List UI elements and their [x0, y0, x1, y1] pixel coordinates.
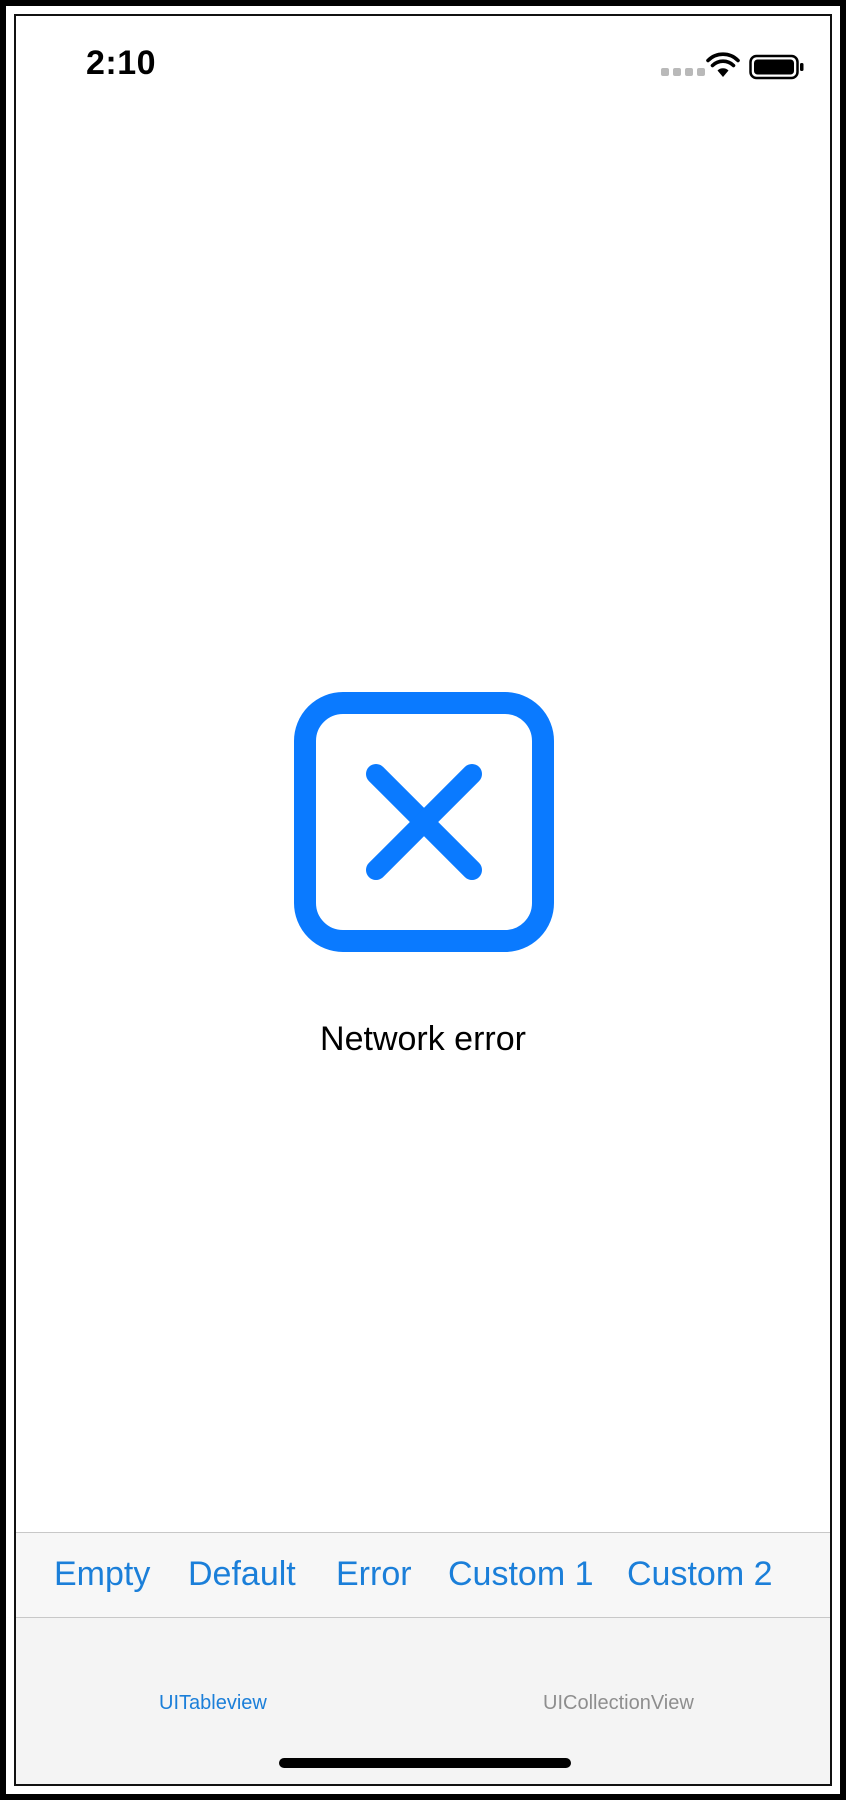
- error-button[interactable]: Error: [336, 1555, 412, 1594]
- state-toolbar: Empty Default Error Custom 1 Custom 2: [16, 1532, 830, 1618]
- default-button[interactable]: Default: [188, 1555, 296, 1594]
- custom-2-button[interactable]: Custom 2: [627, 1555, 773, 1594]
- status-time: 2:10: [86, 44, 157, 82]
- status-bar: 2:10: [16, 16, 830, 112]
- battery-icon: [749, 54, 804, 80]
- home-indicator[interactable]: [279, 1758, 571, 1768]
- tab-bar: UITableview UICollectionView: [16, 1618, 830, 1784]
- cellular-signal-icon: [661, 68, 705, 76]
- custom-1-button[interactable]: Custom 1: [448, 1555, 594, 1594]
- xmark-square-icon: [294, 692, 554, 952]
- tab-uicollectionview[interactable]: UICollectionView: [543, 1692, 694, 1715]
- wifi-icon: [706, 52, 740, 77]
- tab-uitableview[interactable]: UITableview: [159, 1692, 267, 1715]
- error-message: Network error: [320, 1020, 526, 1058]
- phone-screen: 2:10 Network error Empty Default Error C…: [14, 14, 832, 1786]
- empty-button[interactable]: Empty: [54, 1555, 150, 1594]
